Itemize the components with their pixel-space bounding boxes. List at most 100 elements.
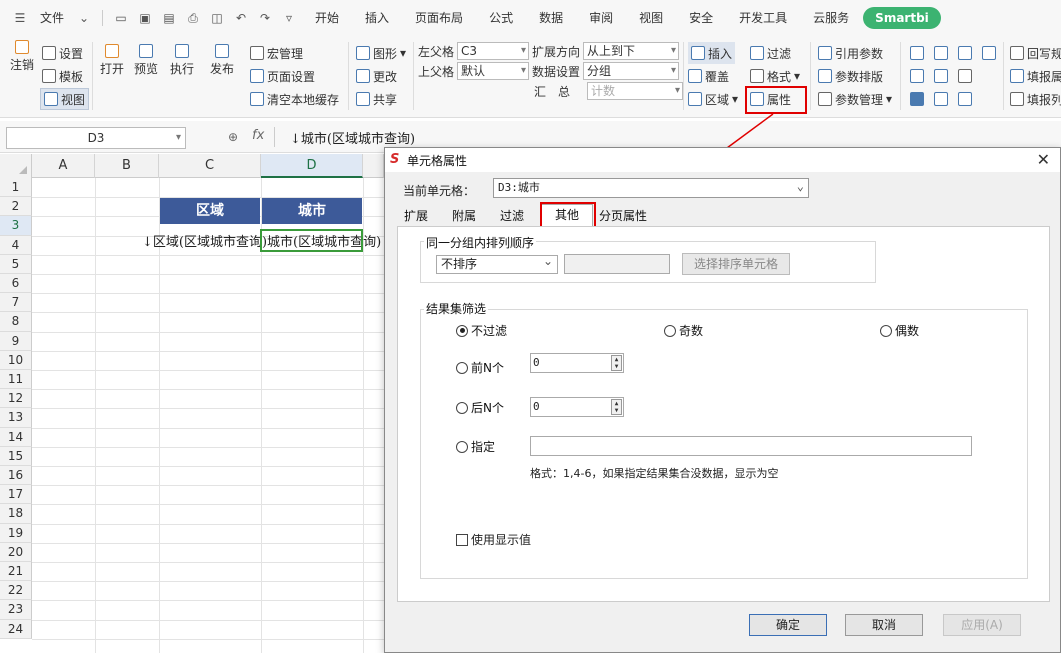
row-header[interactable]: 10 <box>0 350 32 370</box>
view-button[interactable]: 视图 <box>40 88 90 110</box>
tab-page-layout[interactable]: 页面布局 <box>409 6 469 30</box>
tab-developer[interactable]: 开发工具 <box>733 6 793 30</box>
radio-first-n[interactable]: 前N个 <box>456 359 504 376</box>
param-layout-button[interactable]: 参数排版 <box>818 65 883 87</box>
radio-no-filter[interactable]: 不过滤 <box>456 322 507 339</box>
column-header-e[interactable] <box>363 154 384 178</box>
param-manage-button[interactable]: 参数管理 ▾ <box>818 88 892 110</box>
tab-insert[interactable]: 插入 <box>359 6 395 30</box>
row-header[interactable]: 3 <box>0 216 32 236</box>
select-all-corner[interactable] <box>0 154 32 178</box>
column-header-c[interactable]: C <box>159 154 261 178</box>
open-folder-icon[interactable]: ▭ <box>111 6 131 30</box>
row-header[interactable]: 13 <box>0 408 32 428</box>
insert-button[interactable]: 插入 <box>688 42 736 64</box>
row-header[interactable]: 9 <box>0 331 32 351</box>
tab-view[interactable]: 视图 <box>633 6 669 30</box>
tab-expand[interactable]: 扩展 <box>399 206 433 226</box>
open-button[interactable]: 打开 <box>100 44 124 92</box>
combobox-widget-icon[interactable] <box>910 46 924 60</box>
radio-widget-icon[interactable] <box>934 92 948 106</box>
row-header[interactable]: 16 <box>0 466 32 486</box>
row-header[interactable]: 21 <box>0 562 32 582</box>
export-pdf-icon[interactable]: ▤ <box>159 6 179 30</box>
row-header[interactable]: 23 <box>0 600 32 620</box>
row-header[interactable]: 2 <box>0 197 32 217</box>
select-sort-cell-button[interactable]: 选择排序单元格 <box>682 253 790 275</box>
tab-security[interactable]: 安全 <box>683 6 719 30</box>
template-button[interactable]: 模板 <box>42 65 83 87</box>
publish-button[interactable]: 发布 <box>210 44 234 92</box>
apply-button[interactable]: 应用(A) <box>943 614 1021 636</box>
hamburger-icon[interactable]: ☰ <box>10 6 30 30</box>
picture-widget-icon[interactable] <box>934 69 948 83</box>
cell-c2-region-header[interactable]: 区域 <box>160 198 260 224</box>
fill-list-button[interactable]: 填报列 <box>1010 88 1061 110</box>
textarea-widget-icon[interactable] <box>958 69 972 83</box>
logout-button[interactable]: 注销 <box>10 40 34 88</box>
row-header[interactable]: 14 <box>0 427 32 447</box>
row-header[interactable]: 11 <box>0 370 32 390</box>
tab-attach[interactable]: 附属 <box>447 206 481 226</box>
settings-button[interactable]: 设置 <box>42 42 83 64</box>
cancel-button[interactable]: 取消 <box>845 614 923 636</box>
expand-direction-select[interactable]: 从上到下 <box>583 42 680 60</box>
selected-cell-d3[interactable] <box>260 229 363 252</box>
stepper-arrows-icon[interactable]: ▲ ▼ <box>611 355 622 371</box>
name-box[interactable]: D3 <box>6 127 186 149</box>
ok-button[interactable]: 确定 <box>749 614 827 636</box>
tab-filter[interactable]: 过滤 <box>495 206 529 226</box>
save-icon[interactable]: ▣ <box>135 6 155 30</box>
radio-specify[interactable]: 指定 <box>456 438 495 455</box>
number-widget-icon[interactable] <box>982 46 996 60</box>
cell-d2-city-header[interactable]: 城市 <box>262 198 362 224</box>
overlay-button[interactable]: 覆盖 <box>688 65 729 87</box>
chevron-down-icon[interactable]: ⌄ <box>74 6 94 30</box>
formula-input[interactable]: ↓城市(区域城市查询) <box>290 128 415 147</box>
undo-icon[interactable]: ↶ <box>231 6 251 30</box>
share-button[interactable]: 共享 <box>356 88 397 110</box>
filter-button[interactable]: 过滤 <box>750 42 791 64</box>
first-n-stepper[interactable]: 0 ▲ ▼ <box>530 353 624 373</box>
upper-parent-select[interactable]: 默认 <box>457 62 530 80</box>
execute-button[interactable]: 执行 <box>170 44 194 92</box>
row-header[interactable]: 17 <box>0 485 32 505</box>
redo-icon[interactable]: ↷ <box>255 6 275 30</box>
column-header-d[interactable]: D <box>261 154 363 178</box>
stepper-arrows-icon[interactable]: ▲ ▼ <box>611 399 622 415</box>
macro-manager-button[interactable]: 宏管理 <box>250 42 303 64</box>
checkbox-widget-icon[interactable] <box>910 92 924 106</box>
row-header[interactable]: 20 <box>0 542 32 562</box>
last-n-stepper[interactable]: 0 ▲ ▼ <box>530 397 624 417</box>
use-display-value-checkbox[interactable]: 使用显示值 <box>456 531 531 548</box>
tab-home[interactable]: 开始 <box>309 6 345 30</box>
specify-input[interactable] <box>530 436 972 456</box>
customize-arrow-icon[interactable]: ▿ <box>279 6 299 30</box>
clear-cache-button[interactable]: 清空本地缓存 <box>250 88 339 110</box>
row-header[interactable]: 5 <box>0 254 32 274</box>
radio-last-n[interactable]: 后N个 <box>456 399 504 416</box>
tab-cloud[interactable]: 云服务 <box>807 6 855 30</box>
tab-formula[interactable]: 公式 <box>483 6 519 30</box>
dropdown-widget-icon[interactable] <box>934 46 948 60</box>
row-header[interactable]: 7 <box>0 293 32 313</box>
column-header-a[interactable]: A <box>32 154 95 178</box>
row-header[interactable]: 6 <box>0 274 32 294</box>
summary-select[interactable]: 计数 <box>587 82 683 100</box>
row-header[interactable]: 22 <box>0 581 32 601</box>
row-header[interactable]: 1 <box>0 178 32 198</box>
row-header[interactable]: 15 <box>0 446 32 466</box>
preview-button[interactable]: 预览 <box>134 44 158 92</box>
radio-even[interactable]: 偶数 <box>880 322 919 339</box>
text-widget-icon[interactable] <box>910 69 924 83</box>
tab-smartbi[interactable]: Smartbi <box>863 7 941 29</box>
row-header[interactable]: 8 <box>0 312 32 332</box>
fx-icon[interactable]: fx <box>252 128 264 143</box>
date-widget-icon[interactable] <box>958 46 972 60</box>
tab-paging[interactable]: 分页属性 <box>595 206 651 226</box>
row-header[interactable]: 19 <box>0 523 32 543</box>
close-icon[interactable]: ✕ <box>1037 150 1050 169</box>
radio-odd[interactable]: 奇数 <box>664 322 703 339</box>
row-header[interactable]: 12 <box>0 389 32 409</box>
change-button[interactable]: 更改 <box>356 65 397 87</box>
